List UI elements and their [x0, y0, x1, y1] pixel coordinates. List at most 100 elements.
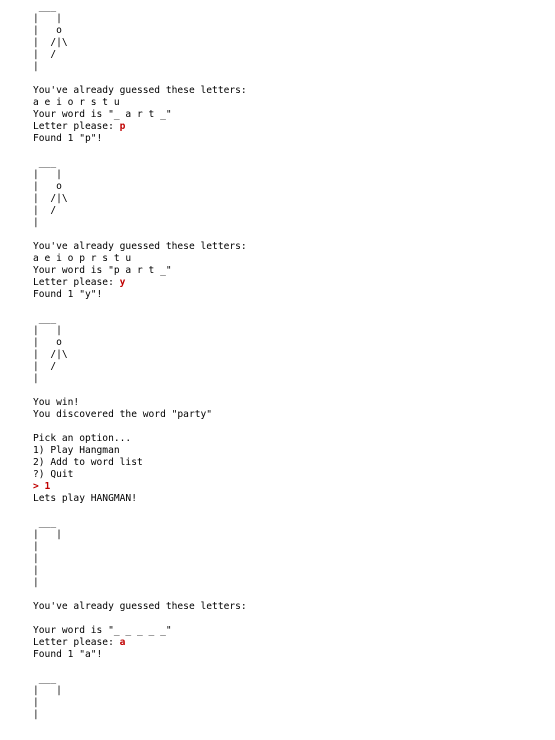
terminal-line-text: ___	[33, 313, 57, 324]
terminal-line-text: You win!	[33, 397, 80, 408]
terminal-line: 1) Play Hangman	[33, 445, 533, 457]
user-input: p	[119, 121, 126, 132]
terminal-line: Your word is "p a r t _"	[33, 265, 533, 277]
terminal-output: ___ | | | o | /|\ | / | You've already guessed…	[33, 1, 533, 721]
terminal-line: | /	[33, 205, 533, 217]
terminal-line-text: Found 1 "p"!	[33, 133, 103, 144]
terminal-line: ___	[33, 673, 533, 685]
terminal-line-text: Found 1 "a"!	[33, 649, 103, 660]
terminal-line: ___	[33, 313, 533, 325]
terminal-line: |	[33, 553, 533, 565]
terminal-line: | /	[33, 49, 533, 61]
terminal-line-text: ___	[33, 157, 57, 168]
terminal-line: Letter please: p	[33, 121, 533, 133]
terminal-line-text: ___	[33, 1, 57, 12]
terminal-line-text: Pick an option...	[33, 433, 132, 444]
terminal-line: | |	[33, 685, 533, 697]
terminal-line: ___	[33, 157, 533, 169]
terminal-line: Letter please: y	[33, 277, 533, 289]
terminal-line: |	[33, 565, 533, 577]
user-input: y	[119, 277, 126, 288]
terminal-line-text: Letter please:	[33, 277, 120, 288]
terminal-line-text: | |	[33, 529, 62, 540]
terminal-line: | |	[33, 13, 533, 25]
terminal-line-text: | /	[33, 361, 57, 372]
terminal-line-text: | o	[33, 181, 62, 192]
terminal-line: Your word is "_ _ _ _ _"	[33, 625, 533, 637]
terminal-line: | /|\	[33, 193, 533, 205]
terminal-line-text: | /|\	[33, 37, 68, 48]
terminal-line-text: You've already guessed these letters:	[33, 601, 247, 612]
terminal-line-text: |	[33, 553, 39, 564]
terminal-line: |	[33, 541, 533, 553]
terminal-line: | |	[33, 169, 533, 181]
terminal-line: |	[33, 61, 533, 73]
terminal-line-text: |	[33, 565, 39, 576]
terminal-line-text: Lets play HANGMAN!	[33, 493, 137, 504]
terminal-line: | |	[33, 529, 533, 541]
terminal-line: | |	[33, 325, 533, 337]
terminal-line-text: You've already guessed these letters:	[33, 85, 247, 96]
terminal-line: You've already guessed these letters:	[33, 241, 533, 253]
terminal-line-text: | |	[33, 169, 62, 180]
terminal-line-text: 2) Add to word list	[33, 457, 143, 468]
terminal-line: Pick an option...	[33, 433, 533, 445]
terminal-line: Found 1 "p"!	[33, 133, 533, 145]
terminal-line-text: |	[33, 709, 39, 720]
terminal-line-text: | |	[33, 685, 62, 696]
terminal-line-text: |	[33, 61, 39, 72]
terminal-line: | o	[33, 337, 533, 349]
terminal-line-text: | /	[33, 205, 57, 216]
terminal-line-text: |	[33, 217, 39, 228]
terminal-line-text: ___	[33, 517, 57, 528]
terminal-line-text: 1) Play Hangman	[33, 445, 120, 456]
terminal-line-text: |	[33, 373, 39, 384]
terminal-line-text: | /	[33, 49, 57, 60]
user-input: a	[119, 637, 126, 648]
terminal-line: Found 1 "y"!	[33, 289, 533, 301]
terminal-line-text: You've already guessed these letters:	[33, 241, 247, 252]
terminal-line: 2) Add to word list	[33, 457, 533, 469]
terminal-line-text: | o	[33, 337, 62, 348]
user-input: > 1	[33, 481, 51, 492]
terminal-line-text: Letter please:	[33, 637, 120, 648]
terminal-line-text: Your word is "_ a r t _"	[33, 109, 172, 120]
terminal-line: You've already guessed these letters:	[33, 601, 533, 613]
terminal-line: > 1	[33, 481, 533, 493]
terminal-line: ?) Quit	[33, 469, 533, 481]
terminal-line-text: Your word is "p a r t _"	[33, 265, 172, 276]
terminal-line: Your word is "_ a r t _"	[33, 109, 533, 121]
terminal-line-text: | /|\	[33, 349, 68, 360]
terminal-line-text: |	[33, 541, 39, 552]
terminal-line: You've already guessed these letters:	[33, 85, 533, 97]
terminal-line: | o	[33, 25, 533, 37]
terminal-line-text: Your word is "_ _ _ _ _"	[33, 625, 172, 636]
terminal-line-text: Letter please:	[33, 121, 120, 132]
terminal-line: |	[33, 577, 533, 589]
terminal-line: |	[33, 697, 533, 709]
terminal-line: a e i o r s t u	[33, 97, 533, 109]
terminal-line-text: Found 1 "y"!	[33, 289, 103, 300]
terminal-line: Letter please: a	[33, 637, 533, 649]
terminal-line-text: ?) Quit	[33, 469, 74, 480]
terminal-line-text: a e i o p r s t u	[33, 253, 132, 264]
terminal-line: |	[33, 709, 533, 721]
terminal-line: Found 1 "a"!	[33, 649, 533, 661]
terminal-line-text: |	[33, 577, 39, 588]
terminal-line: You win!	[33, 397, 533, 409]
terminal-line: |	[33, 373, 533, 385]
terminal-line-text: You discovered the word "party"	[33, 409, 213, 420]
terminal-line: | /|\	[33, 349, 533, 361]
terminal-line: a e i o p r s t u	[33, 253, 533, 265]
terminal-line: | /	[33, 361, 533, 373]
terminal-line: You discovered the word "party"	[33, 409, 533, 421]
terminal-line-text: | o	[33, 25, 62, 36]
